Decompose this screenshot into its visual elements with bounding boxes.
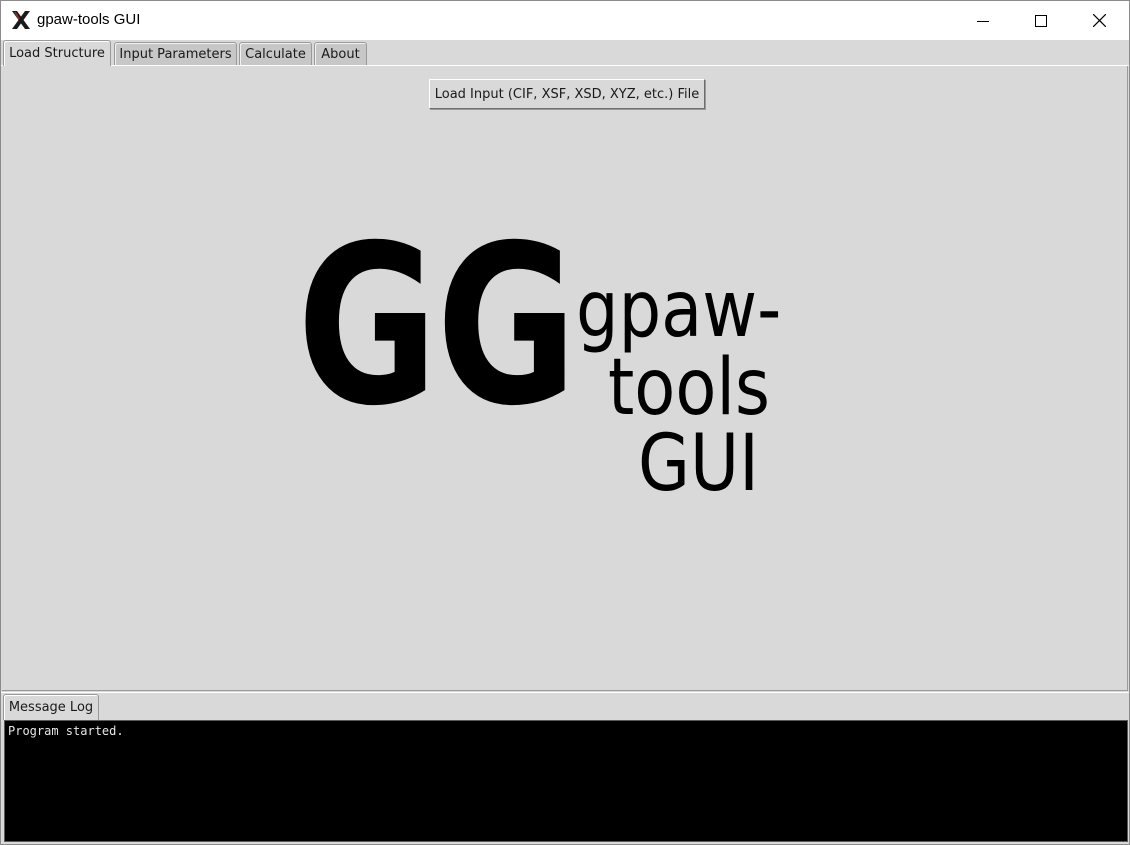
logo-text-line-2: tools (608, 343, 770, 433)
logo-text-line-3: GUI (638, 419, 759, 509)
load-structure-panel: Load Input (CIF, XSF, XSD, XYZ, etc.) Fi… (2, 66, 1128, 691)
logo-text-line-1: gpaw- (576, 265, 782, 355)
minimize-icon (977, 20, 989, 22)
tab-about[interactable]: About (314, 42, 367, 66)
x-logo-icon (10, 9, 32, 31)
app-window: gpaw-tools GUI Load Structure Input Para… (0, 0, 1130, 845)
close-icon (1092, 14, 1106, 27)
minimize-button[interactable] (954, 1, 1012, 40)
tab-calculate[interactable]: Calculate (239, 42, 312, 66)
log-tab-strip: Message Log (1, 692, 1129, 720)
close-button[interactable] (1070, 1, 1128, 40)
tab-strip: Load Structure Input Parameters Calculat… (1, 40, 1129, 66)
maximize-icon (1035, 14, 1047, 27)
title-bar[interactable]: gpaw-tools GUI (1, 1, 1129, 40)
tab-input-parameters[interactable]: Input Parameters (114, 42, 237, 66)
tab-message-log[interactable]: Message Log (3, 694, 99, 720)
tab-load-structure[interactable]: Load Structure (3, 40, 111, 66)
load-input-button[interactable]: Load Input (CIF, XSF, XSD, XYZ, etc.) Fi… (429, 79, 705, 109)
message-log-console[interactable]: Program started. (4, 720, 1128, 842)
maximize-button[interactable] (1012, 1, 1070, 40)
window-title: gpaw-tools GUI (37, 11, 141, 28)
logo-mark: GG (297, 198, 577, 454)
